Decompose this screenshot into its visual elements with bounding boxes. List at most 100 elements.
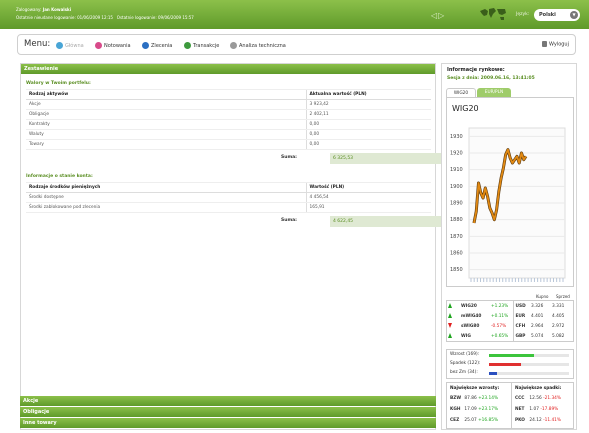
analysis-icon (230, 42, 237, 49)
stat-count: (34): (467, 370, 478, 375)
mover-row[interactable]: CEZ 25.07 +16.85% (447, 415, 511, 426)
gainers-column: Największe wzrosty: BZW 87.86 +23.14% KGH… (447, 383, 511, 429)
last-success-label: Ostatnie logowanie: (116, 15, 157, 20)
currency-code[interactable]: USD (512, 301, 531, 311)
col-sell: Sprzed (556, 294, 570, 299)
account-sum-value: 4 622,45 (330, 216, 455, 227)
account-sum-row: Suma: 4 622,45 (21, 216, 455, 230)
mover-row[interactable]: PKO 24.12 -11.41% (512, 415, 575, 426)
mover-row[interactable]: KGH 17.09 +23.17% (447, 404, 511, 415)
gainers-title: Największe wzrosty: (450, 386, 500, 391)
section-inne-towary[interactable]: Inne towary (20, 418, 436, 428)
index-name[interactable]: mWIG40 (461, 311, 491, 321)
stat-name: Spadek (450, 361, 466, 366)
tab-eurpln[interactable]: EUR/PLN (477, 88, 511, 97)
y-tick-label: 1930 (450, 134, 463, 140)
cell: Kontrakty (26, 119, 306, 130)
losers-column: Największe spadki: CCC 12.56 -21.34% NET … (511, 383, 575, 429)
menu-item-label: Zlecenia (151, 43, 173, 49)
cell: 2 402,11 (305, 109, 431, 120)
portfolio-sum-value: 6 325,53 (330, 153, 455, 164)
cell: Środki dostępne (26, 192, 306, 203)
section-obligacje[interactable]: Obligacje (20, 407, 436, 417)
cell: Akcje (26, 99, 306, 110)
tab-wig20[interactable]: WIG20 (446, 88, 476, 97)
price: 1.07 (529, 407, 539, 412)
menu-item-notowania[interactable]: Notowania (95, 42, 131, 49)
ticker: KGH (450, 407, 461, 412)
arrow-down-icon (448, 323, 452, 328)
losers-title: Największe spadki: (515, 386, 562, 391)
arrow-right-icon[interactable]: ▷ (438, 11, 445, 20)
last-success-value: 09/06/2009 15:57 (158, 15, 194, 20)
index-name[interactable]: WIG (461, 331, 491, 341)
cell: 3 923,42 (305, 99, 431, 110)
language-select[interactable]: Polski ▼ (534, 9, 580, 21)
stat-name: bez Zm (450, 370, 467, 375)
quote-row: sWIG80 -0.57% CFH 2.964 2.972 (447, 321, 573, 331)
cell: Towary (26, 139, 306, 150)
ticker: CEZ (450, 418, 460, 423)
currency-code[interactable]: EUR (512, 311, 531, 321)
quotes-icon (95, 42, 102, 49)
cell: Waluty (26, 129, 306, 140)
menu-item-zlecenia[interactable]: Zlecenia (142, 42, 172, 49)
stat-bar (489, 354, 569, 357)
mover-row[interactable]: BZW 87.86 +23.14% (447, 393, 511, 404)
cell: 4 456,54 (305, 192, 431, 203)
logged-label: Zalogowany: (16, 7, 42, 12)
price: 87.86 (464, 396, 477, 401)
mover-row[interactable]: CCC 12.56 -21.34% (512, 393, 575, 404)
table-row: Środki zablokowane pod zlecenia 165,91 (26, 202, 431, 213)
ticker: BZW (450, 396, 462, 401)
home-icon (56, 42, 63, 49)
movers-box: Największe wzrosty: BZW 87.86 +23.14% KGH… (446, 382, 574, 429)
wig20-chart: 1930 1920 1910 1900 1890 1880 1870 1860 1850 (450, 127, 566, 282)
index-name[interactable]: WIG20 (461, 301, 491, 311)
nav-arrows[interactable]: ◁▷ (431, 11, 445, 20)
chevron-down-icon[interactable]: ▼ (570, 11, 578, 19)
table-row: Środki dostępne 4 456,54 (26, 192, 431, 203)
user-name: Jan Kowalski (42, 7, 72, 12)
y-tick-label: 1920 (450, 151, 463, 157)
world-map-icon (480, 8, 506, 20)
change: +23.14% (478, 396, 499, 401)
table-row: Akcje 3 923,42 (26, 99, 431, 110)
menu-item-analiza[interactable]: Analiza techniczna (230, 42, 286, 49)
account-title: Informacje o stanie konta: (26, 174, 93, 179)
cell: Środki zablokowane pod zlecenia (26, 202, 306, 213)
col-value: Wartość (PLN) (305, 182, 431, 193)
section-akcje[interactable]: Akcje (20, 396, 436, 406)
summary-header[interactable]: Zestawienie (21, 64, 435, 74)
logout-button[interactable]: Wyloguj (542, 41, 569, 48)
sum-label: Suma: (281, 218, 297, 223)
stat-bar (489, 363, 569, 366)
menu-item-transakcje[interactable]: Transakcje (184, 42, 219, 49)
portfolio-table: Rodzaj aktywów Aktualna wartość (PLN) Ak… (26, 89, 431, 150)
table-row: Kontrakty 0,00 (26, 119, 431, 130)
quote-row: mWIG40 +0.11% EUR 4.401 4.405 (447, 311, 573, 321)
session-date: Sesja z dnia: 2009.06.16, 13:41:05 (447, 76, 535, 81)
menu-item-glowna[interactable]: Główna (56, 42, 84, 49)
col-buy: Kupno (536, 294, 549, 299)
breadth-stats: Wzrost (169): Spadek (122): bez Zm (34): (446, 349, 574, 379)
price: 17.09 (464, 407, 477, 412)
table-row: Towary 0,00 (26, 139, 431, 150)
price: 12.56 (529, 396, 542, 401)
transactions-icon (184, 42, 191, 49)
cell: Obligacje (26, 109, 306, 120)
sum-label: Suma: (281, 155, 297, 160)
top-bar: Zalogowany: Jan Kowalski Ostatnie nieuda… (0, 0, 589, 29)
y-tick-label: 1910 (450, 167, 463, 173)
last-failed-value: 01/06/2009 12:15 (77, 15, 113, 20)
table-header-row: Rodzaj aktywów Aktualna wartość (PLN) (26, 89, 431, 100)
stat-count: (122): (467, 361, 481, 366)
index-name[interactable]: sWIG80 (461, 321, 491, 331)
table-row: Waluty 0,00 (26, 129, 431, 140)
mover-row[interactable]: NET 1.07 -17.89% (512, 404, 575, 415)
y-tick-label: 1870 (450, 234, 463, 240)
currency-code[interactable]: CFH (512, 321, 531, 331)
currency-code[interactable]: GBP (512, 331, 531, 341)
index-change: +1.23% (491, 303, 509, 309)
portfolio-title: Walory w Twoim portfelu: (26, 81, 91, 86)
